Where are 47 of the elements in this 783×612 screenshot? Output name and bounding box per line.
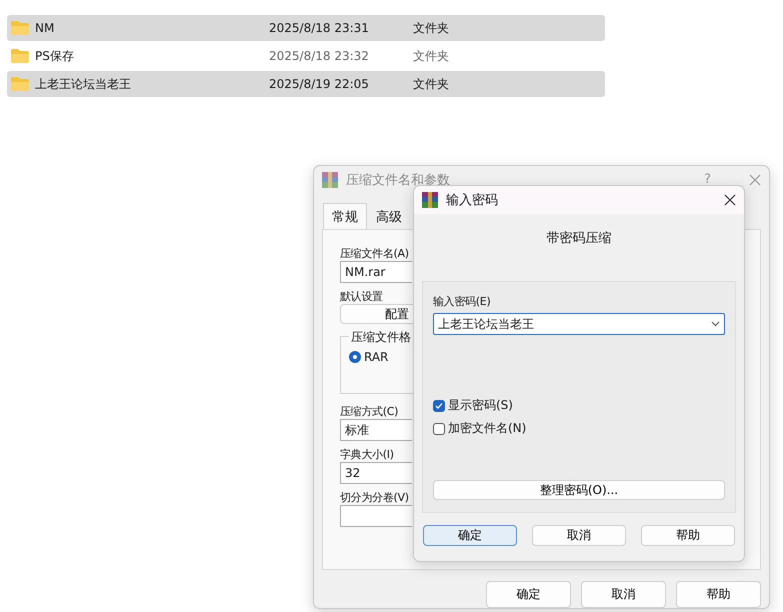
organize-passwords-button[interactable]: 整理密码(O)... <box>433 480 725 500</box>
archive-logo-icon <box>422 192 438 208</box>
folder-icon <box>11 77 29 91</box>
dialog-button[interactable]: 帮助 <box>641 525 735 546</box>
tab[interactable]: 常规 <box>323 203 367 230</box>
dialog-button[interactable]: 确定 <box>423 525 517 546</box>
modified-date: 2025/8/18 23:32 <box>269 49 370 63</box>
dropdown-caret-icon[interactable] <box>711 321 720 327</box>
checkbox[interactable] <box>433 422 445 434</box>
file-row[interactable]: PS保存 2025/8/18 23:32 文件夹 <box>7 43 605 69</box>
method-field[interactable]: 标准 <box>340 419 412 442</box>
password-combo[interactable]: 上老王论坛当老王 <box>433 313 725 335</box>
file-row[interactable]: 上老王论坛当老王 2025/8/19 22:05 文件夹 <box>7 71 605 97</box>
file-name: NM <box>35 21 56 35</box>
field-label: 输入密码(E) <box>433 294 490 309</box>
modified-date: 2025/8/18 23:31 <box>269 21 370 35</box>
file-name: PS保存 <box>35 48 75 64</box>
format-radio[interactable]: RAR <box>349 350 735 364</box>
field-label: 压缩方式(C) <box>340 404 398 420</box>
radio-button[interactable] <box>349 351 361 364</box>
option-checkbox[interactable]: 加密文件名(N) <box>433 420 725 437</box>
file-row[interactable]: NM 2025/8/18 23:31 文件夹 <box>7 15 605 41</box>
dialog-button[interactable]: 确定 <box>486 581 571 608</box>
dialog-button[interactable]: 取消 <box>581 581 666 608</box>
folder-icon <box>11 49 29 63</box>
modified-date: 2025/8/19 22:05 <box>269 77 370 91</box>
dialog-button[interactable]: 取消 <box>532 525 626 546</box>
dialog-button[interactable]: 帮助 <box>676 581 761 608</box>
folder-icon <box>11 21 29 35</box>
file-type: 文件夹 <box>413 76 450 92</box>
dictionary-field[interactable]: 32 <box>340 462 412 484</box>
file-name: 上老王论坛当老王 <box>35 76 132 92</box>
file-type: 文件夹 <box>413 48 450 64</box>
profile-button[interactable]: 配置 <box>340 304 413 324</box>
close-icon[interactable] <box>724 194 736 206</box>
field-label: 压缩文件名(A) <box>340 246 409 262</box>
checkbox[interactable] <box>433 400 445 412</box>
archive-name-field[interactable]: NM.rar <box>340 261 412 284</box>
window-title: 输入密码 <box>446 192 499 209</box>
field-label: 切分为分卷(V) <box>340 490 409 506</box>
field-label: 字典大小(I) <box>340 447 394 462</box>
field-label: 默认设置 <box>340 289 383 304</box>
file-type: 文件夹 <box>413 20 450 36</box>
archive-logo-icon <box>322 172 338 188</box>
split-field[interactable] <box>340 505 412 528</box>
option-checkbox[interactable]: 显示密码(S) <box>433 397 725 414</box>
dialog-heading: 带密码压缩 <box>546 230 612 247</box>
